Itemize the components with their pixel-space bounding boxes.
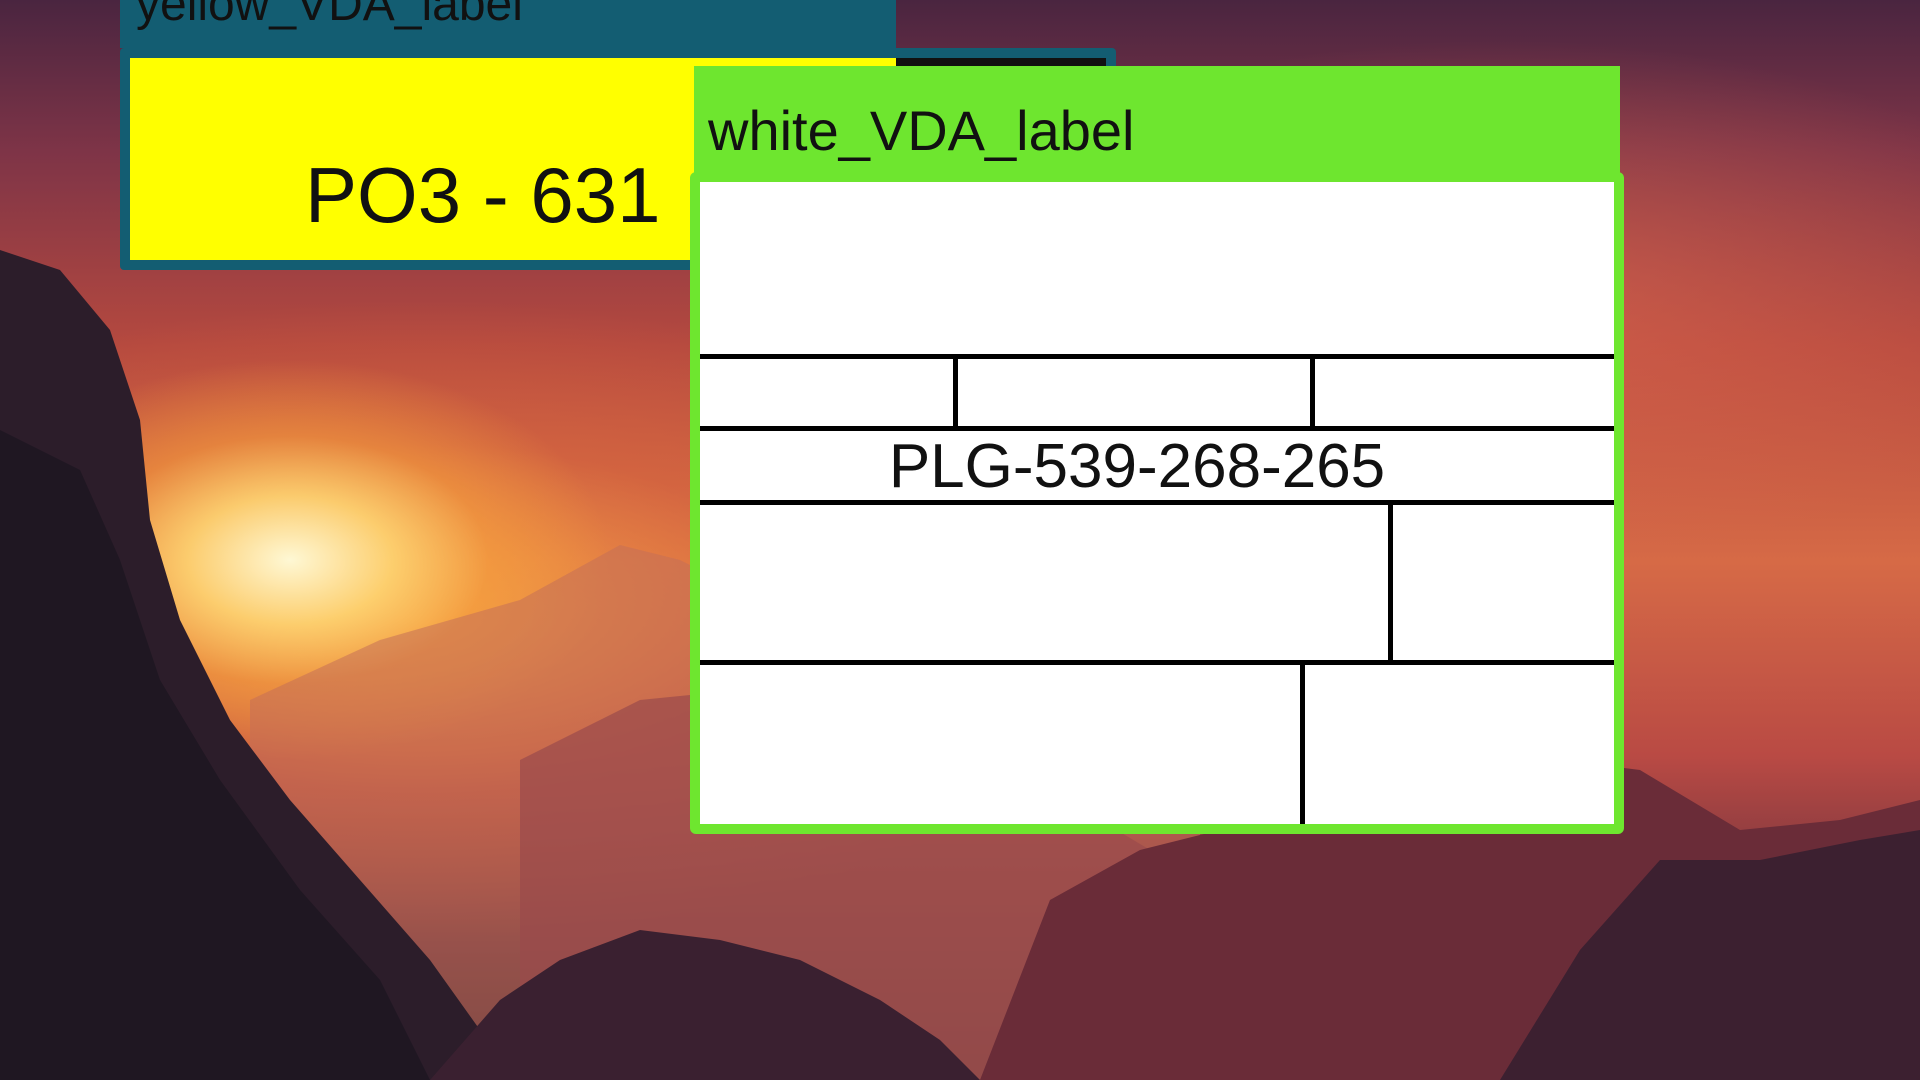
label-grid-divider [1300,660,1305,824]
white-label-window[interactable]: white_VDA_label PLG-539-268-265 [690,64,1624,834]
label-grid-line [700,660,1614,665]
label-grid-line [700,426,1614,431]
label-grid-line [700,500,1614,505]
yellow-window-title: yellow_VDA_label [136,0,523,31]
white-label-form: PLG-539-268-265 [700,182,1614,824]
white-window-titlebar[interactable]: white_VDA_label [694,66,1620,178]
label-grid-line [700,354,1614,359]
yellow-window-titlebar[interactable]: yellow_VDA_label [120,0,896,48]
po-number-text: PO3 - 631 [305,151,661,239]
label-grid-divider [1388,500,1393,662]
white-window-title: white_VDA_label [708,99,1135,162]
label-grid-divider [953,354,958,428]
plg-number-text: PLG-539-268-265 [888,432,1386,501]
label-grid-divider [1310,354,1315,428]
